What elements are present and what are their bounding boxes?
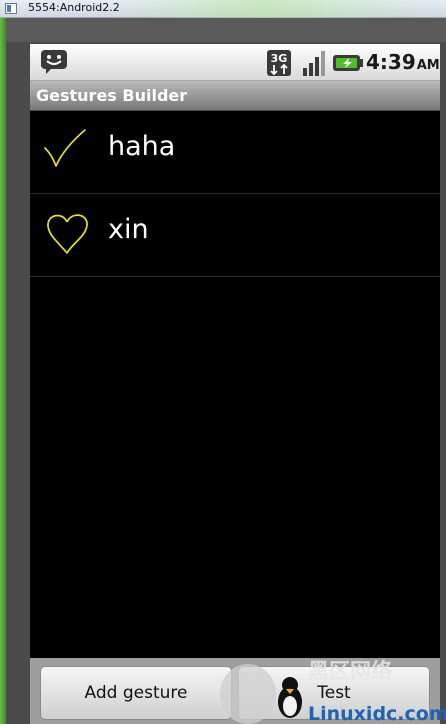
checkmark-gesture-icon xyxy=(44,129,86,167)
button-bar: Add gesture Test xyxy=(30,658,440,724)
test-button[interactable]: Test xyxy=(238,666,430,720)
emulator-window-icon xyxy=(5,3,17,14)
emulator-title-bar: 5554:Android2.2 xyxy=(0,0,446,18)
status-clock: 4:39AM xyxy=(366,50,440,74)
gesture-list-item[interactable]: haha xyxy=(30,112,440,194)
clock-ampm: AM xyxy=(416,58,440,73)
status-bar: 3G 4:39AM xyxy=(30,44,440,81)
heart-gesture-icon xyxy=(47,214,88,254)
signal-strength-icon xyxy=(303,51,325,76)
app-title-bar: Gestures Builder xyxy=(30,81,440,111)
gesture-name: xin xyxy=(108,214,149,245)
title-bar-highlight xyxy=(110,0,446,18)
network-type-label: 3G xyxy=(271,52,288,65)
window-left-border xyxy=(0,18,6,724)
app-title: Gestures Builder xyxy=(36,86,188,105)
emulator-frame-top xyxy=(6,18,446,42)
add-gesture-button[interactable]: Add gesture xyxy=(40,666,232,720)
clock-time: 4:39 xyxy=(366,50,416,74)
battery-charging-icon xyxy=(333,55,363,71)
emulator-title: 5554:Android2.2 xyxy=(28,1,120,14)
chat-bubble-icon[interactable] xyxy=(40,49,68,75)
gesture-name: haha xyxy=(108,131,176,162)
gesture-list-item[interactable]: xin xyxy=(30,195,440,277)
3g-network-icon: 3G xyxy=(267,50,291,76)
phone-screen: 3G 4:39AM Gestures Builder haha xin Add … xyxy=(30,44,440,724)
